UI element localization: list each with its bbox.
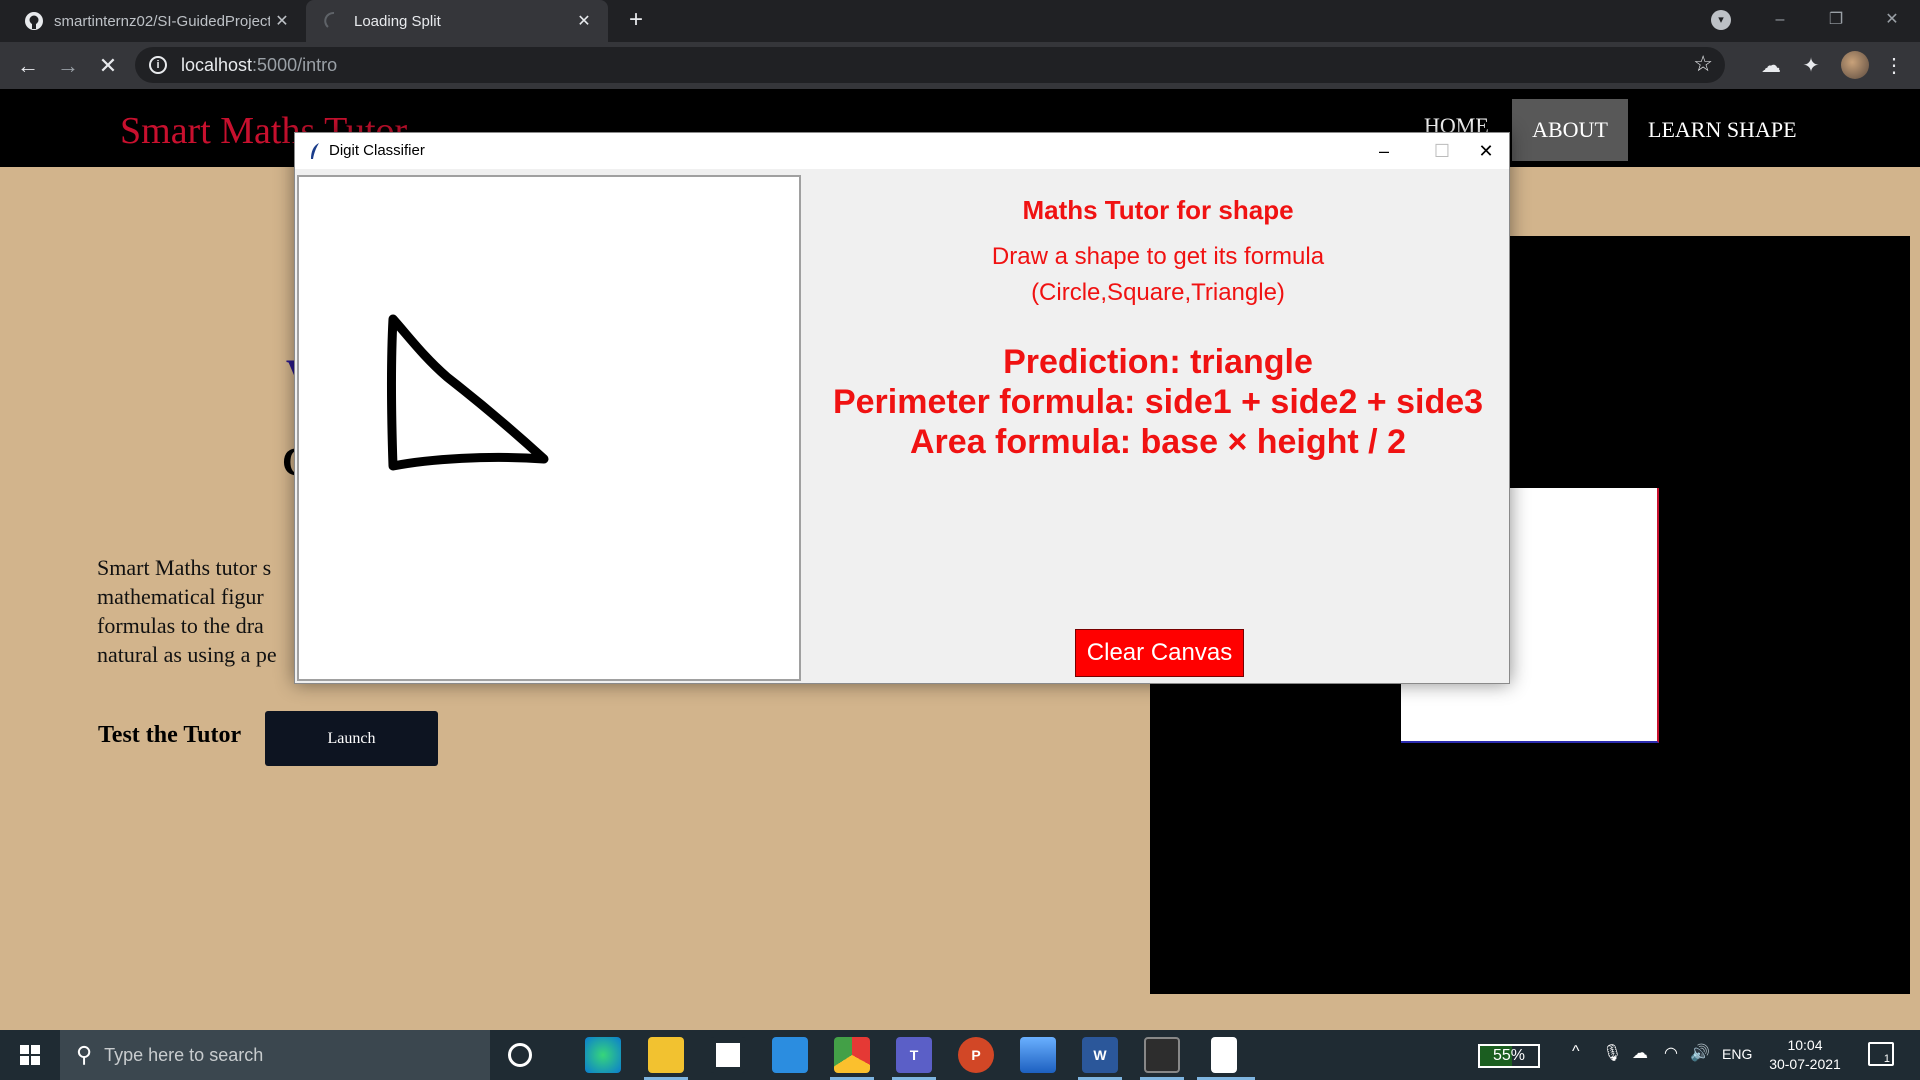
tk-close-button[interactable]: ✕	[1463, 136, 1509, 166]
window-title: Digit Classifier	[329, 142, 425, 159]
clock-time: 10:04	[1787, 1037, 1823, 1053]
language-indicator[interactable]: ENG	[1722, 1046, 1752, 1062]
windows-logo-icon	[20, 1045, 40, 1065]
github-icon	[25, 12, 43, 30]
digit-classifier-window: Digit Classifier – ☐ ✕ Maths Tutor for s…	[294, 132, 1510, 684]
tray-chevron-icon[interactable]: ^	[1572, 1043, 1580, 1061]
windows-taskbar: ⚲ Type here to search T P W 55% ^ 🎙 ☁ ◠ …	[0, 1030, 1920, 1080]
browser-window-controls: – ❐ ✕	[1752, 0, 1920, 42]
extension-icon[interactable]: ☁	[1757, 52, 1785, 80]
edge-icon[interactable]	[585, 1037, 621, 1073]
site-info-icon[interactable]: i	[149, 56, 167, 74]
url-host: localhost	[181, 54, 253, 75]
bookmark-star-icon[interactable]: ☆	[1693, 51, 1713, 77]
address-bar[interactable]: i localhost :5000/intro ☆	[135, 47, 1725, 83]
perimeter-formula: Perimeter formula: side1 + side2 + side3	[832, 383, 1484, 421]
terminal-icon[interactable]	[1144, 1037, 1180, 1073]
forward-button[interactable]: →	[52, 50, 84, 82]
wifi-icon[interactable]: ◠	[1664, 1043, 1678, 1063]
shape-options-text: (Circle,Square,Triangle)	[1031, 279, 1285, 306]
search-icon: ⚲	[76, 1042, 93, 1067]
url-path: :5000/intro	[252, 54, 338, 75]
tab-loading-split[interactable]: Loading Split ✕	[306, 0, 608, 42]
nav-about[interactable]: ABOUT	[1512, 99, 1628, 161]
clock-date: 30-07-2021	[1769, 1056, 1841, 1072]
store-icon[interactable]	[710, 1037, 746, 1073]
menu-kebab-icon[interactable]: ⋮	[1880, 52, 1908, 80]
tab-github[interactable]: smartinternz02/SI-GuidedProject ✕	[0, 0, 306, 42]
notification-center-icon[interactable]: 1	[1868, 1042, 1894, 1066]
browser-toolbar: ← → ✕ i localhost :5000/intro ☆ ☁ ✦ ⋮	[0, 42, 1920, 89]
tab-close-icon[interactable]: ✕	[270, 11, 294, 31]
result-panel: Maths Tutor for shape Draw a shape to ge…	[807, 173, 1509, 683]
tk-feather-icon	[311, 143, 319, 159]
minimize-button[interactable]: –	[1752, 0, 1808, 42]
restore-button[interactable]: ❐	[1808, 0, 1864, 42]
tab-title: Loading Split	[354, 12, 441, 30]
tab-title: smartinternz02/SI-GuidedProject	[54, 12, 270, 30]
stop-loading-button[interactable]: ✕	[92, 50, 124, 82]
area-formula: Area formula: base × height / 2	[910, 423, 1406, 461]
profile-avatar[interactable]	[1841, 51, 1869, 79]
launch-button[interactable]: Launch	[265, 711, 438, 766]
drawn-triangle	[387, 314, 549, 471]
word-icon[interactable]: W	[1082, 1037, 1118, 1073]
intro-line: Smart Maths tutor s	[97, 555, 272, 580]
prediction-result: Prediction: triangle	[1003, 343, 1313, 381]
back-button[interactable]: ←	[12, 50, 44, 82]
intro-paragraph: Smart Maths tutor s mathematical figur f…	[97, 553, 297, 669]
onedrive-icon[interactable]: ☁	[1632, 1043, 1648, 1063]
powerpoint-icon[interactable]: P	[958, 1037, 994, 1073]
loading-spinner-icon	[324, 11, 335, 28]
search-placeholder: Type here to search	[104, 1044, 264, 1065]
microphone-icon[interactable]: 🎙	[1602, 1043, 1622, 1063]
intro-line: mathematical figur	[97, 584, 264, 609]
browser-tabstrip: smartinternz02/SI-GuidedProject ✕ Loadin…	[0, 0, 1920, 42]
nav-learn-shape[interactable]: LEARN SHAPE	[1648, 117, 1797, 143]
prediction-block: Prediction: triangle Perimeter formula: …	[807, 342, 1509, 462]
tk-maximize-button[interactable]: ☐	[1419, 136, 1465, 166]
file-explorer-icon[interactable]	[648, 1037, 684, 1073]
start-button[interactable]	[0, 1030, 60, 1080]
tk-minimize-button[interactable]: –	[1361, 136, 1407, 166]
chrome-icon[interactable]	[834, 1037, 870, 1073]
window-titlebar[interactable]: Digit Classifier – ☐ ✕	[295, 133, 1509, 169]
teams-icon[interactable]: T	[896, 1037, 932, 1073]
mail-icon[interactable]	[772, 1037, 808, 1073]
cortana-icon[interactable]	[508, 1043, 532, 1067]
drawing-canvas[interactable]	[297, 175, 801, 681]
battery-indicator[interactable]: 55%	[1478, 1044, 1540, 1068]
new-tab-button[interactable]: +	[622, 6, 650, 34]
intro-line: formulas to the dra	[97, 613, 264, 638]
system-clock[interactable]: 10:04 30-07-2021	[1762, 1036, 1848, 1074]
volume-icon[interactable]: 🔊	[1690, 1043, 1710, 1063]
instruction-text: Draw a shape to get its formula	[991, 243, 1325, 270]
extensions-puzzle-icon[interactable]: ✦	[1797, 52, 1825, 80]
clear-canvas-button[interactable]: Clear Canvas	[1075, 629, 1244, 677]
test-tutor-label: Test the Tutor	[98, 722, 242, 748]
tab-close-icon[interactable]: ✕	[572, 11, 596, 31]
close-button[interactable]: ✕	[1864, 0, 1920, 42]
notepad-icon[interactable]	[1211, 1037, 1237, 1073]
intro-line: natural as using a pe	[97, 642, 277, 667]
tab-search-icon[interactable]: ▾	[1711, 10, 1731, 30]
photos-icon[interactable]	[1020, 1037, 1056, 1073]
app-heading: Maths Tutor for shape	[1022, 195, 1294, 225]
taskbar-search[interactable]: ⚲ Type here to search	[60, 1030, 490, 1080]
